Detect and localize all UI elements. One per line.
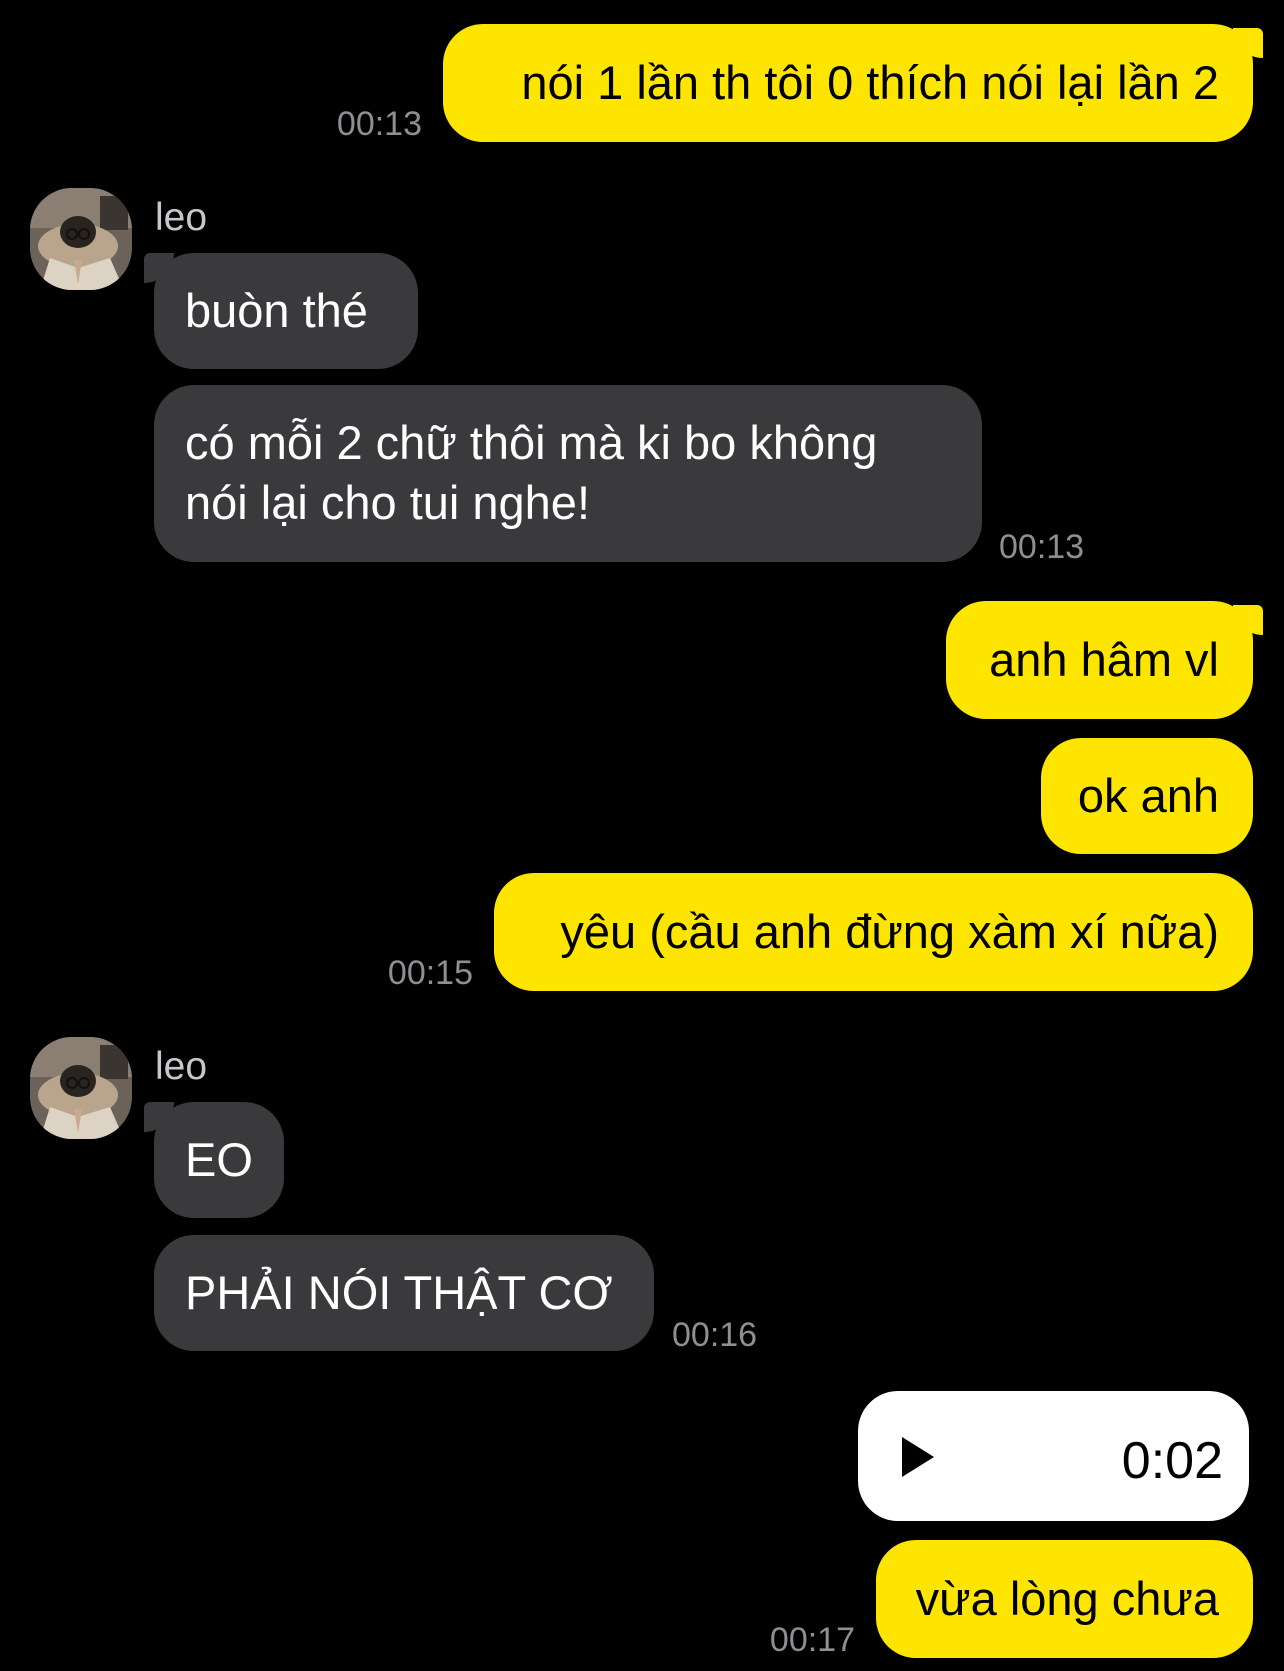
- message-bubble[interactable]: nói 1 lần th tôi 0 thích nói lại lần 2: [443, 24, 1253, 142]
- voice-duration: 0:02: [1121, 1432, 1223, 1490]
- message-timestamp: 00:13: [336, 105, 422, 143]
- message-text: yêu (cầu anh đừng xàm xí nữa): [560, 905, 1219, 958]
- message-text: nói 1 lần th tôi 0 thích nói lại lần 2: [521, 56, 1219, 109]
- message-text: ok anh: [1077, 769, 1219, 822]
- avatar-photo-icon: [30, 188, 132, 290]
- play-icon: [902, 1437, 934, 1477]
- message-bubble[interactable]: PHẢI NÓI THẬT CƠ: [154, 1235, 654, 1351]
- play-button[interactable]: [900, 1435, 936, 1484]
- message-bubble[interactable]: ok anh: [1041, 738, 1253, 854]
- message-timestamp: 00:16: [672, 1316, 758, 1354]
- message-bubble[interactable]: anh hâm vl: [946, 601, 1253, 719]
- message-text: vừa lòng chưa: [915, 1572, 1219, 1625]
- voice-message[interactable]: 0:02: [858, 1391, 1249, 1521]
- avatar-photo-icon: [30, 1037, 132, 1139]
- message-timestamp: 00:13: [999, 528, 1085, 566]
- sender-name: leo: [155, 196, 208, 239]
- message-bubble[interactable]: yêu (cầu anh đừng xàm xí nữa): [494, 873, 1253, 991]
- message-bubble[interactable]: buòn thé: [154, 253, 418, 369]
- message-text: có mỗi 2 chữ thôi mà ki bo không nói lại…: [185, 416, 878, 529]
- message-text: PHẢI NÓI THẬT CƠ: [185, 1266, 613, 1319]
- sender-name: leo: [155, 1045, 208, 1088]
- message-text: buòn thé: [185, 284, 368, 337]
- message-bubble[interactable]: có mỗi 2 chữ thôi mà ki bo không nói lại…: [154, 385, 982, 562]
- message-bubble[interactable]: EO: [154, 1102, 284, 1218]
- avatar[interactable]: [30, 188, 132, 290]
- message-bubble[interactable]: vừa lòng chưa: [876, 1540, 1253, 1658]
- message-timestamp: 00:15: [387, 954, 473, 992]
- message-text: anh hâm vl: [989, 633, 1219, 686]
- message-timestamp: 00:17: [769, 1621, 855, 1659]
- avatar[interactable]: [30, 1037, 132, 1139]
- message-text: EO: [185, 1133, 253, 1186]
